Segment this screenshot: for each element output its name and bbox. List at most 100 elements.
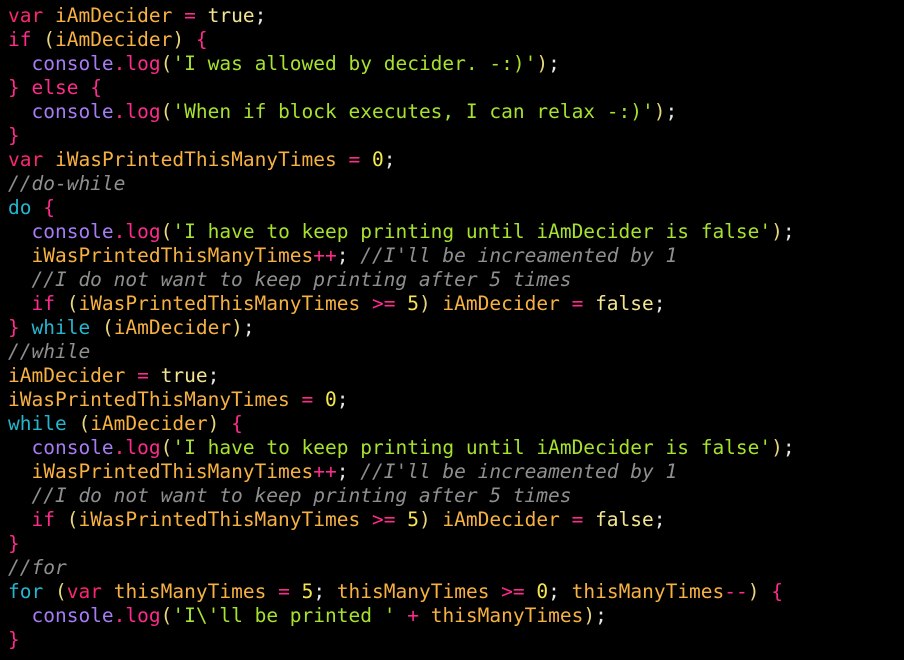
code-token-paren: (: [160, 604, 173, 627]
code-token-console: console: [31, 436, 114, 459]
code-token-punct: ;: [336, 388, 349, 411]
code-line: } else {: [8, 76, 904, 100]
code-line: console.log('I have to keep printing unt…: [8, 220, 904, 244]
code-token-punct: ;: [653, 508, 666, 531]
code-token-ws: [8, 244, 31, 267]
code-token-flow: log: [125, 100, 161, 123]
code-token-paren: (: [54, 292, 79, 315]
code-token-flow: {: [90, 76, 102, 99]
code-line: iWasPrintedThisManyTimes = 0;: [8, 388, 904, 412]
code-token-punct: ;: [313, 580, 326, 603]
code-token-flow: ++: [313, 244, 337, 267]
code-line: var iAmDecider = true;: [8, 4, 904, 28]
code-token-punct: ;: [595, 604, 607, 627]
code-token-flow: .: [113, 52, 126, 75]
code-token-paren: ): [207, 412, 232, 435]
code-token-ws: [8, 292, 31, 315]
code-line: iWasPrintedThisManyTimes++; //I'll be in…: [8, 460, 904, 484]
code-token-ws: [325, 580, 337, 603]
code-token-var: iWasPrintedThisManyTimes: [78, 292, 361, 315]
code-token-comment: //while: [8, 340, 91, 363]
code-token-ws: [8, 100, 31, 123]
code-token-bool: true: [207, 4, 255, 27]
code-token-string: 'When if block executes, I can relax -:)…: [172, 100, 654, 123]
code-token-var: iAmDecider: [113, 316, 232, 339]
code-token-kw: var: [66, 580, 102, 603]
code-line: //do-while: [8, 172, 904, 196]
code-token-ws: [78, 76, 90, 99]
code-token-flow: --: [724, 580, 748, 603]
code-token-punct: ;: [207, 364, 220, 387]
code-token-string: 'I\'ll be printed ': [172, 604, 396, 627]
code-token-var: iWasPrintedThisManyTimes: [8, 388, 290, 411]
code-line: if (iAmDecider) {: [8, 28, 904, 52]
code-token-punct: ;: [782, 220, 795, 243]
code-token-ws: [8, 460, 31, 483]
code-token-paren: ): [418, 508, 443, 531]
code-token-paren: (: [66, 412, 91, 435]
code-line: console.log('I\'ll be printed ' + thisMa…: [8, 604, 904, 628]
code-token-ws: [8, 436, 31, 459]
code-line: console.log('When if block executes, I c…: [8, 100, 904, 124]
code-token-flow: }: [8, 532, 20, 555]
code-line: } while (iAmDecider);: [8, 316, 904, 340]
code-token-op: =: [559, 292, 596, 315]
code-token-teal: while: [31, 316, 91, 339]
code-token-ws: [560, 580, 572, 603]
code-token-paren: (: [31, 28, 55, 51]
code-line: //while: [8, 340, 904, 364]
code-token-flow: {: [195, 28, 208, 51]
code-token-paren: ): [231, 316, 243, 339]
code-token-string: 'I have to keep printing until iAmDecide…: [172, 220, 772, 243]
code-token-var: iWasPrintedThisManyTimes: [54, 148, 337, 171]
code-token-comment: //I do not want to keep printing after 5…: [8, 484, 572, 507]
code-token-flow: >=: [360, 292, 408, 315]
code-token-var: iAmDecider: [8, 364, 126, 387]
code-token-paren: ): [771, 220, 783, 243]
code-token-flow: log: [125, 604, 161, 627]
code-token-flow: log: [125, 52, 161, 75]
code-line: }: [8, 532, 904, 556]
code-token-ws: [8, 220, 31, 243]
code-token-flow: ++: [313, 460, 337, 483]
code-token-console: console: [31, 52, 114, 75]
code-token-punct: ;: [383, 148, 396, 171]
code-token-op: =: [559, 508, 596, 531]
code-token-op: =: [125, 364, 161, 387]
code-token-ws: [102, 580, 114, 603]
code-token-op: =: [172, 4, 208, 27]
code-line: console.log('I was allowed by decider. -…: [8, 52, 904, 76]
code-token-punct: ;: [653, 292, 666, 315]
code-line: for (var thisManyTimes = 5; thisManyTime…: [8, 580, 904, 604]
code-token-flow: log: [125, 220, 161, 243]
code-token-comment: //do-while: [8, 172, 126, 195]
code-token-punct: ;: [548, 52, 560, 75]
code-token-number: 5: [407, 292, 419, 315]
code-token-op: =: [336, 148, 372, 171]
code-token-paren: ): [536, 52, 549, 75]
code-token-flow: if: [31, 508, 55, 531]
code-token-flow: }: [8, 628, 20, 651]
code-token-console: console: [31, 100, 114, 123]
code-token-number: 0: [536, 580, 549, 603]
code-token-comment: //I do not want to keep printing after 5…: [8, 268, 572, 291]
code-token-comment: //for: [8, 556, 67, 579]
code-token-ws: [43, 4, 55, 27]
code-token-teal: do: [8, 196, 32, 219]
code-token-flow: log: [125, 436, 161, 459]
code-token-flow: {: [43, 196, 55, 219]
code-line: var iWasPrintedThisManyTimes = 0;: [8, 148, 904, 172]
code-token-kw: var: [8, 148, 44, 171]
code-token-var: iWasPrintedThisManyTimes: [31, 460, 314, 483]
code-token-var: iWasPrintedThisManyTimes: [31, 244, 314, 267]
code-token-flow: if: [8, 28, 32, 51]
code-token-ws: [8, 604, 31, 627]
code-token-number: 0: [371, 148, 384, 171]
code-line: while (iAmDecider) {: [8, 412, 904, 436]
code-editor[interactable]: var iAmDecider = true; if (iAmDecider) { …: [0, 0, 904, 660]
code-token-teal: while: [8, 412, 67, 435]
code-token-paren: ): [653, 100, 666, 123]
code-token-var: iAmDecider: [54, 28, 173, 51]
code-token-op: +: [395, 604, 431, 627]
code-line: }: [8, 628, 904, 652]
